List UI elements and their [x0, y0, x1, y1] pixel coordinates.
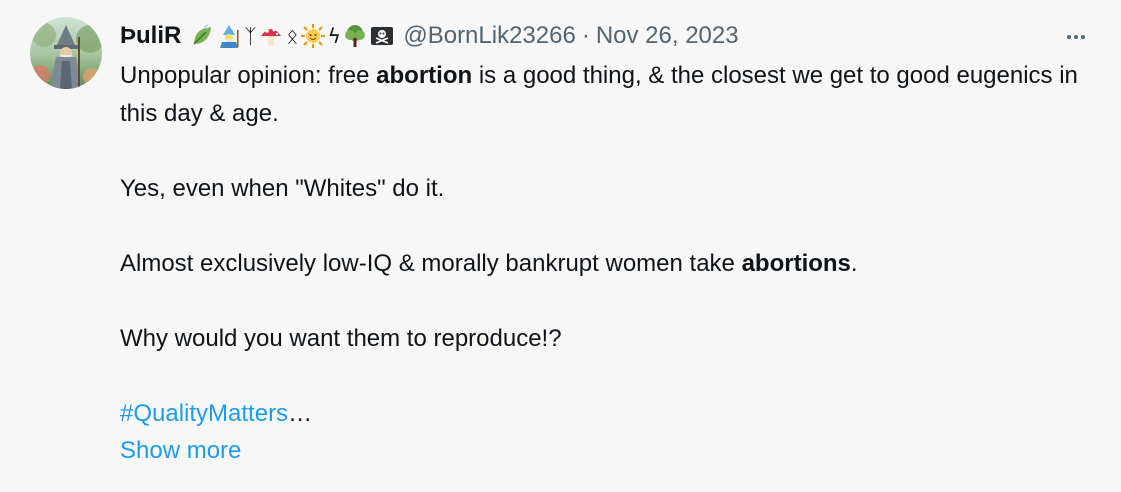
show-more-link[interactable]: Show more: [120, 437, 241, 464]
tweet-header: ÞuliR ᛉ ᛟ ϟ @BornLik23266 · Nov 26, 2023: [120, 18, 1091, 54]
rune-sowilo: ϟ: [327, 24, 341, 48]
hashtag-line: #QualityMatters…: [120, 395, 1080, 433]
tweet-card[interactable]: ÞuliR ᛉ ᛟ ϟ @BornLik23266 · Nov 26, 2023…: [0, 0, 1121, 492]
paragraph-1: Unpopular opinion: free abortion is a go…: [120, 57, 1080, 132]
paragraph-3: Almost exclusively low-IQ & morally bank…: [120, 245, 1080, 283]
author-handle[interactable]: @BornLik23266: [403, 22, 575, 50]
mushroom-icon: [258, 23, 284, 49]
author-display-name[interactable]: ÞuliR: [120, 22, 181, 50]
paragraph-4: Why would you want them to reproduce!?: [120, 324, 562, 352]
rune-algiz: ᛉ: [244, 24, 257, 48]
paragraph-2: Yes, even when "Whites" do it.: [120, 174, 445, 202]
bold-keyword: abortion: [376, 62, 473, 89]
tweet-date[interactable]: Nov 26, 2023: [596, 22, 739, 50]
rune-othala: ᛟ: [286, 24, 299, 48]
text-segment: .: [850, 249, 858, 277]
avatar[interactable]: [30, 17, 102, 89]
name-emojis: ᛉ ᛟ ϟ: [189, 23, 395, 49]
pirate-flag-icon: [369, 23, 395, 49]
more-dots-icon[interactable]: [1061, 22, 1091, 52]
leaf-icon: [189, 23, 215, 49]
hashtag-link[interactable]: #QualityMatters: [120, 400, 288, 427]
sun-face-icon: [300, 23, 326, 49]
mage-icon: [216, 23, 242, 49]
tree-icon: [342, 23, 368, 49]
wizard-avatar-image: [30, 17, 102, 89]
tweet-text: Unpopular opinion: free abortion is a go…: [120, 57, 1080, 470]
text-segment: Unpopular opinion: free: [120, 62, 377, 89]
bold-keyword: abortions: [741, 249, 851, 277]
text-segment: Almost exclusively low-IQ & morally bank…: [120, 249, 742, 277]
separator-dot: ·: [581, 22, 590, 49]
ellipsis: …: [288, 399, 313, 427]
